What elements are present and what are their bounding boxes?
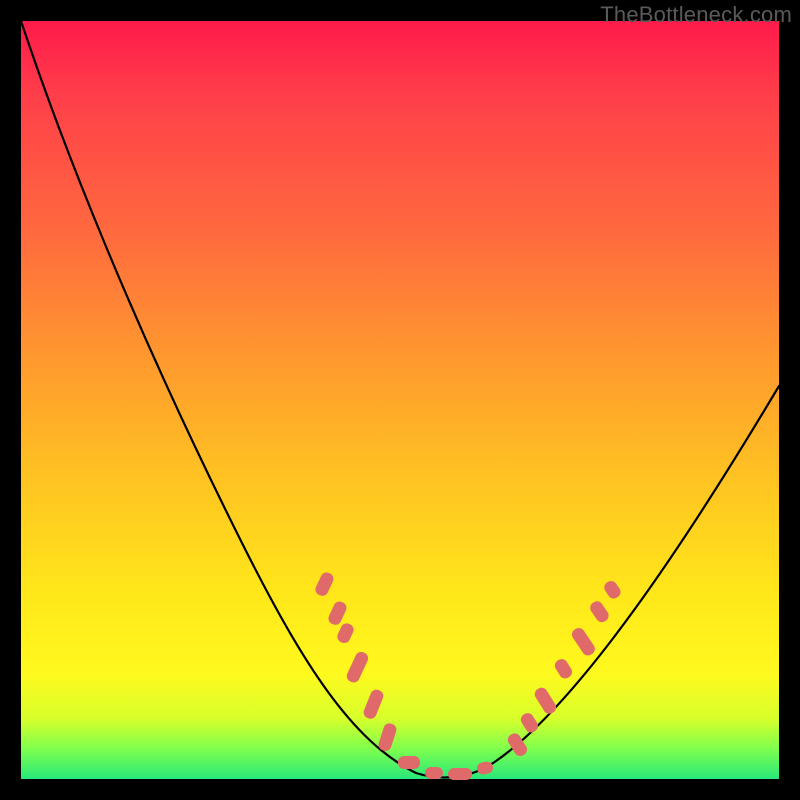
watermark-text: TheBottleneck.com (600, 2, 792, 28)
marker-dot (362, 688, 385, 721)
marker-dot (335, 621, 355, 645)
marker-dot (326, 600, 348, 627)
marker-dot (377, 722, 398, 753)
plot-area (21, 21, 779, 779)
marker-dot (345, 650, 370, 684)
marker-dot (519, 711, 541, 735)
marker-dot (448, 768, 472, 780)
marker-dot (553, 657, 575, 681)
marker-dot (588, 599, 611, 625)
chart-svg (21, 21, 779, 779)
marker-group (313, 571, 622, 780)
marker-dot (398, 756, 420, 769)
marker-dot (602, 579, 623, 601)
marker-dot (425, 767, 443, 779)
marker-dot (313, 571, 335, 598)
marker-dot (570, 626, 598, 658)
chart-frame: TheBottleneck.com (0, 0, 800, 800)
marker-dot (476, 760, 494, 775)
marker-dot (532, 685, 558, 716)
bottleneck-curve (21, 21, 779, 777)
marker-dot (506, 731, 530, 758)
